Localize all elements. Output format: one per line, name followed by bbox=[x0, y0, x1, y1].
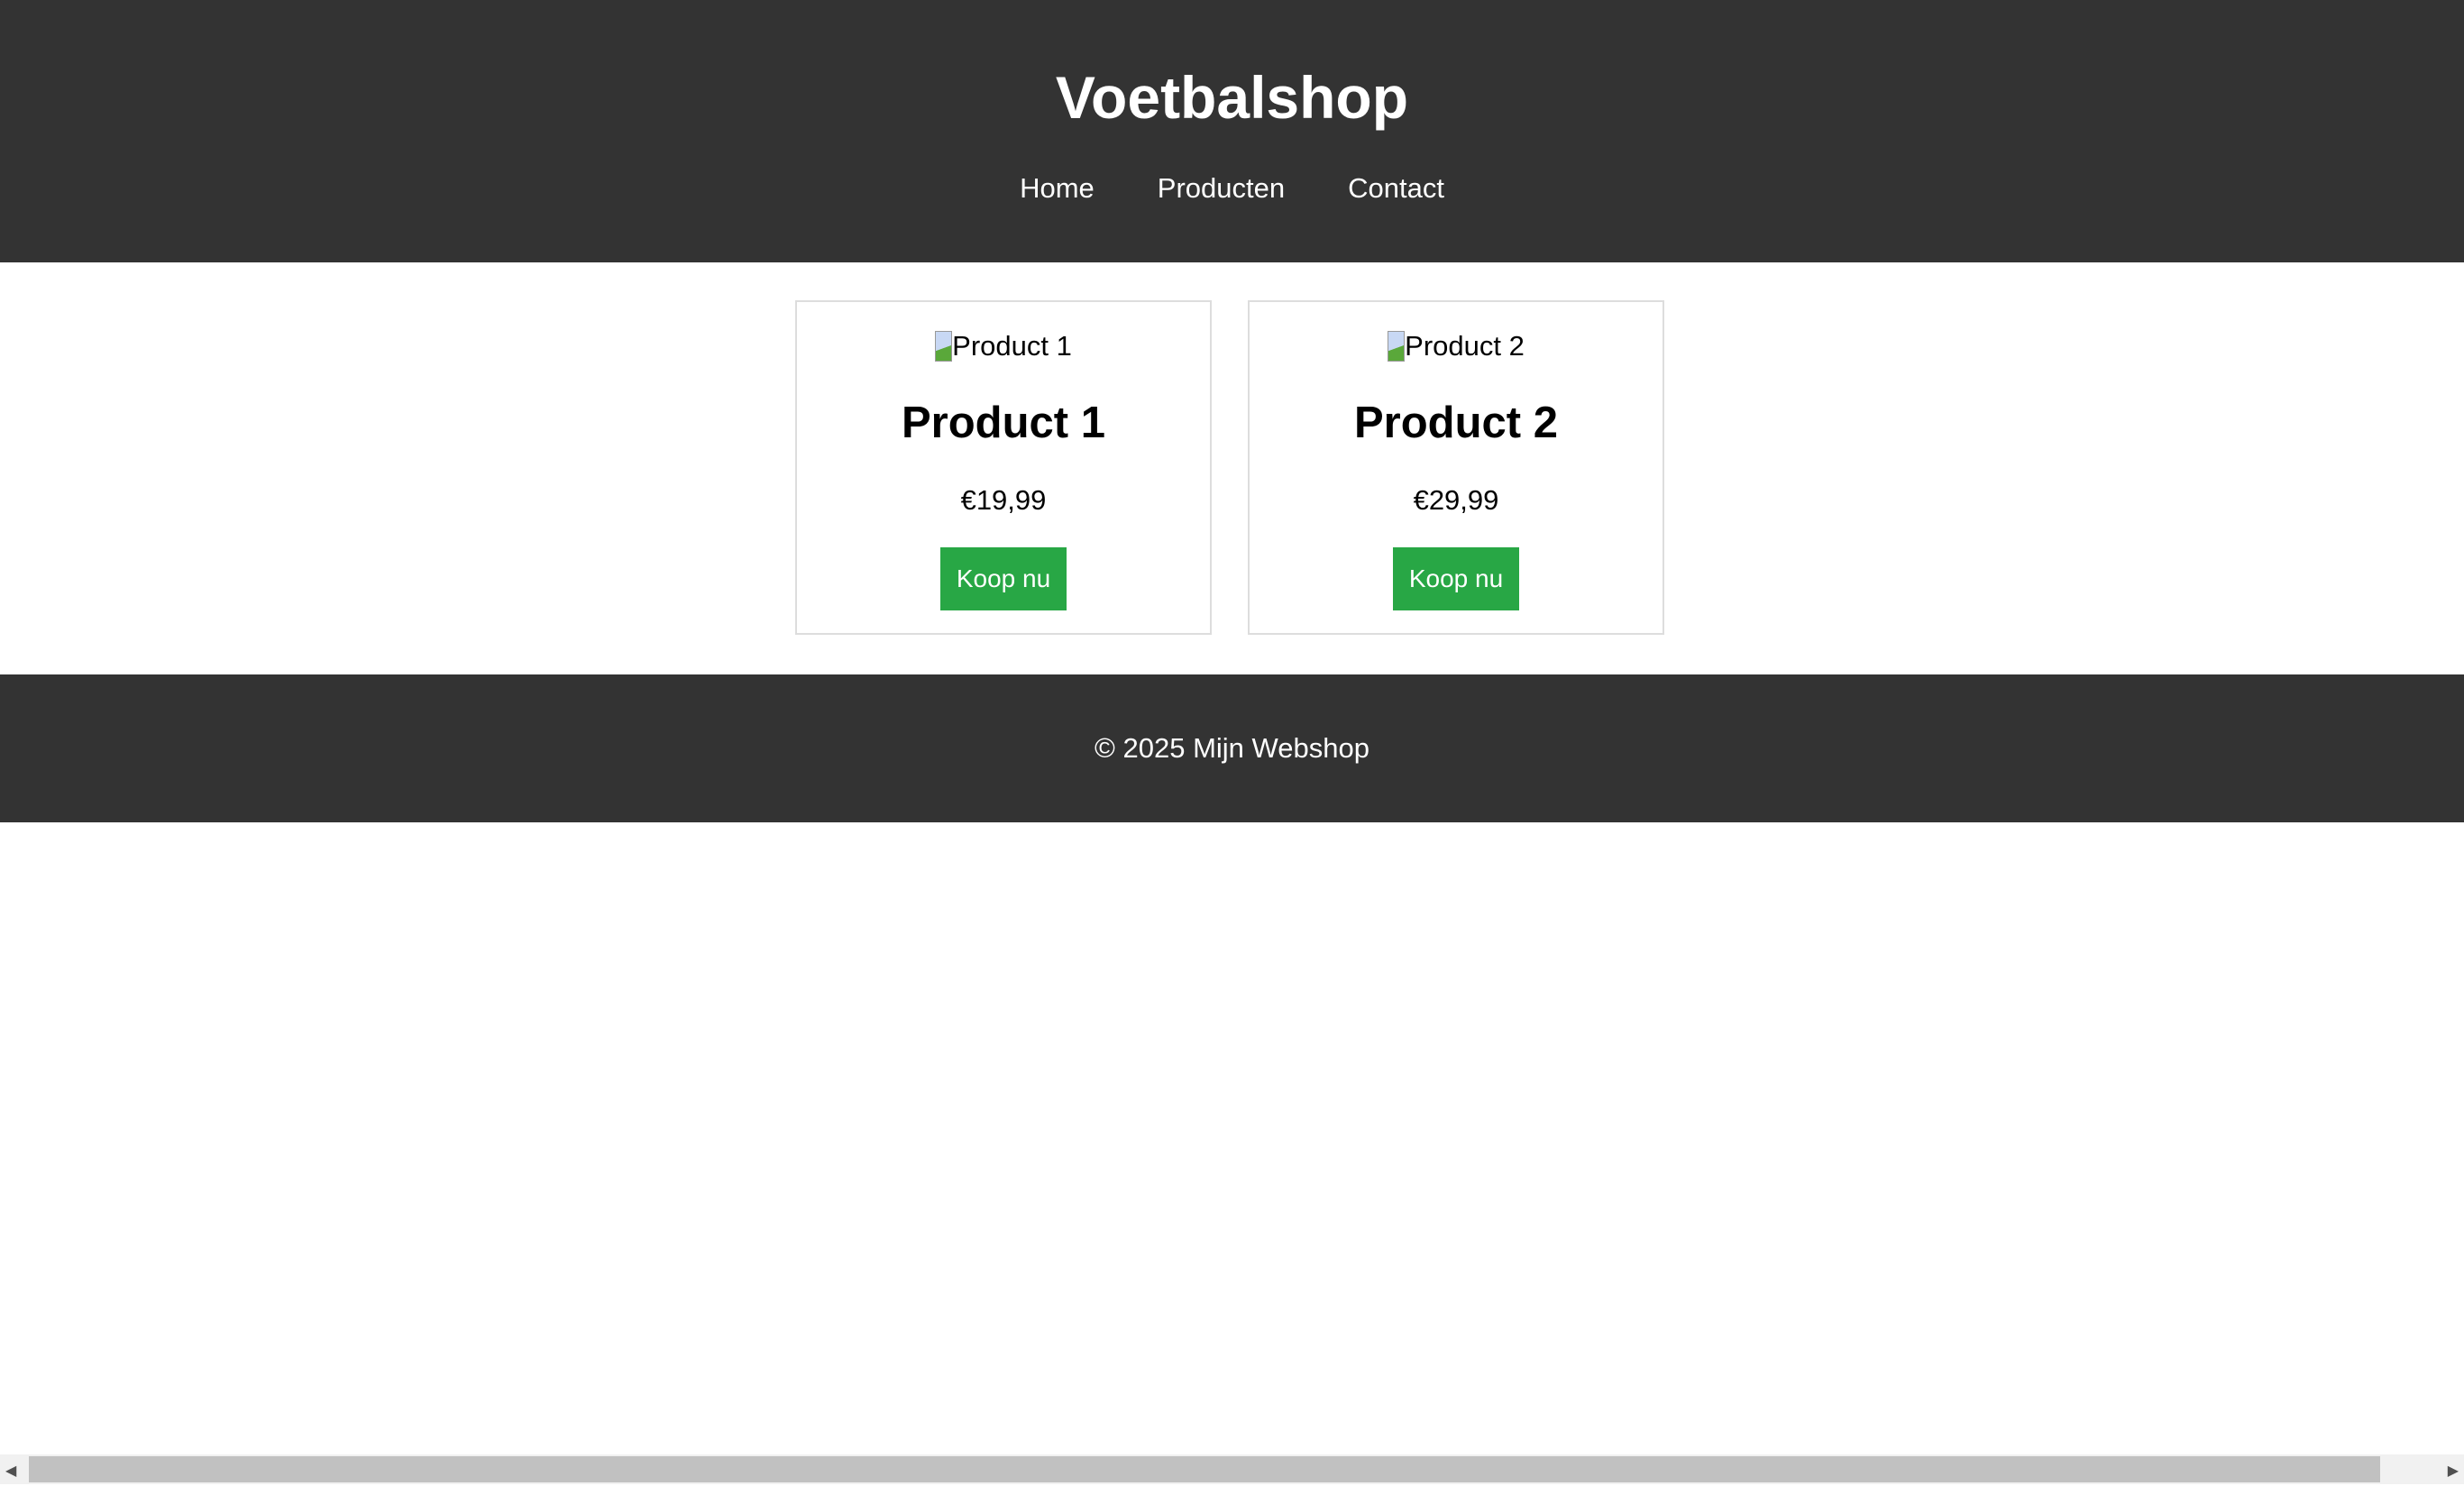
nav-home[interactable]: Home bbox=[1020, 170, 1095, 207]
product-name: Product 2 bbox=[1354, 399, 1558, 447]
product-image: Product 1 bbox=[797, 329, 1210, 363]
product-image: Product 2 bbox=[1250, 329, 1663, 363]
broken-image-icon bbox=[935, 331, 953, 362]
product-price: €29,99 bbox=[1413, 484, 1499, 516]
scrollbar-thumb[interactable] bbox=[29, 1456, 2380, 1482]
product-card: Product 1 Product 1 €19,99 Koop nu bbox=[795, 300, 1212, 635]
site-footer: © 2025 Mijn Webshop bbox=[0, 674, 2464, 822]
product-list: Product 1 Product 1 €19,99 Koop nu Produ… bbox=[795, 300, 1664, 635]
product-card: Product 2 Product 2 €29,99 Koop nu bbox=[1248, 300, 1664, 635]
product-name: Product 1 bbox=[902, 399, 1105, 447]
main-nav: Home Producten Contact bbox=[0, 170, 2464, 207]
buy-button[interactable]: Koop nu bbox=[1393, 547, 1519, 610]
scroll-left-icon[interactable]: ◀ bbox=[5, 1462, 16, 1480]
image-alt-text: Product 2 bbox=[1405, 330, 1525, 362]
nav-contact[interactable]: Contact bbox=[1348, 170, 1444, 207]
footer-text: © 2025 Mijn Webshop bbox=[1095, 732, 1369, 764]
nav-producten[interactable]: Producten bbox=[1158, 170, 1285, 207]
product-price: €19,99 bbox=[960, 484, 1047, 516]
buy-button[interactable]: Koop nu bbox=[940, 547, 1067, 610]
image-alt-text: Product 1 bbox=[952, 330, 1072, 362]
scroll-right-icon[interactable]: ▶ bbox=[2448, 1462, 2459, 1480]
broken-image-icon bbox=[1388, 331, 1406, 362]
horizontal-scrollbar[interactable]: ◀ ▶ bbox=[0, 1454, 2464, 1484]
site-title: Voetbalshop bbox=[1055, 64, 1409, 131]
site-header: Voetbalshop Home Producten Contact bbox=[0, 0, 2464, 262]
